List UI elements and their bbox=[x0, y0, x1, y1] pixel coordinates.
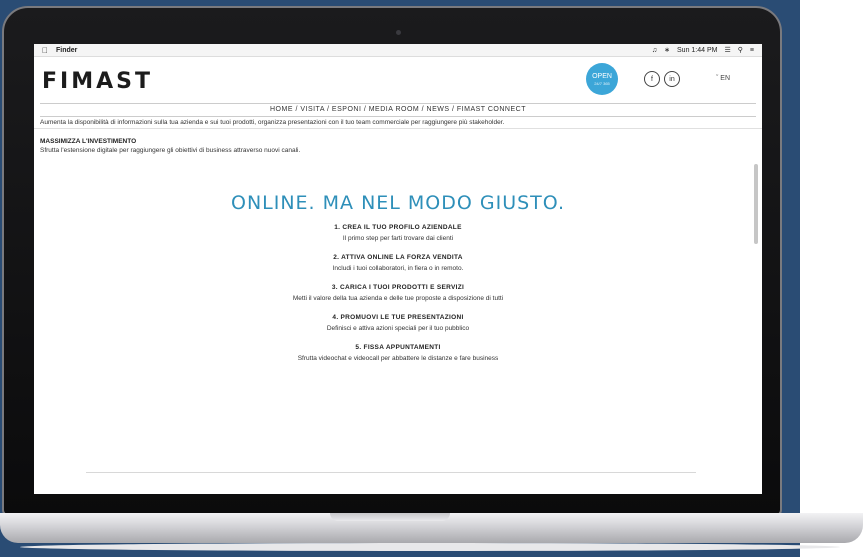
step-desc: Includi i tuoi collaboratori, in fiera o… bbox=[332, 265, 464, 272]
step-desc: Metti il valore della tua azienda e dell… bbox=[292, 295, 504, 302]
step-title: 4. PROMUOVI LE TUE PRESENTAZIONI bbox=[332, 314, 464, 321]
step-title: 2. ATTIVA ONLINE LA FORZA VENDITA bbox=[333, 254, 463, 261]
open-badge-sub: 24/7 365 bbox=[594, 80, 610, 86]
step-item: 1. CREA IL TUO PROFILO AZIENDALE Il prim… bbox=[34, 224, 762, 242]
step-desc: Definisci e attiva azioni speciali per i… bbox=[326, 325, 470, 332]
step-title: 5. FISSA APPUNTAMENTI bbox=[355, 344, 441, 351]
intro-text: Aumenta la disponibilità di informazioni… bbox=[34, 117, 762, 129]
open-badge[interactable]: OPEN 24/7 365 bbox=[586, 63, 618, 95]
laptop-screen:  Finder ♫ ∗ Sun 1:44 PM ☰ ⚲ ≡ FIMAST OP… bbox=[34, 44, 762, 494]
linkedin-icon[interactable]: in bbox=[664, 71, 680, 87]
site-logo[interactable]: FIMAST bbox=[42, 69, 153, 94]
mac-menu-bar:  Finder ♫ ∗ Sun 1:44 PM ☰ ⚲ ≡ bbox=[34, 44, 762, 57]
chevron-down-icon: ˇ bbox=[716, 75, 719, 82]
step-item: 3. CARICA I TUOI PRODOTTI E SERVIZI Mett… bbox=[34, 284, 762, 302]
search-icon[interactable]: ⚲ bbox=[738, 46, 743, 54]
scrollbar[interactable] bbox=[754, 164, 758, 244]
step-item: 2. ATTIVA ONLINE LA FORZA VENDITA Includ… bbox=[34, 254, 762, 272]
step-title: 1. CREA IL TUO PROFILO AZIENDALE bbox=[334, 224, 462, 231]
step-title: 3. CARICA I TUOI PRODOTTI E SERVIZI bbox=[331, 284, 465, 291]
step-item: 4. PROMUOVI LE TUE PRESENTAZIONI Definis… bbox=[34, 314, 762, 332]
menu-app-name[interactable]: Finder bbox=[56, 47, 77, 54]
open-badge-label: OPEN bbox=[592, 72, 612, 80]
camera-icon bbox=[396, 30, 401, 35]
language-label: EN bbox=[720, 75, 731, 82]
facebook-icon[interactable]: f bbox=[644, 71, 660, 87]
social-links: f in bbox=[644, 71, 680, 87]
content-divider bbox=[86, 472, 696, 473]
section-title: MASSIMIZZA L'INVESTIMENTO bbox=[40, 138, 137, 145]
laptop-base-notch bbox=[330, 513, 450, 521]
laptop-lid:  Finder ♫ ∗ Sun 1:44 PM ☰ ⚲ ≡ FIMAST OP… bbox=[2, 6, 782, 516]
section-text: Sfrutta l'estensione digitale per raggiu… bbox=[40, 147, 301, 154]
step-desc: Il primo step per farti trovare dai clie… bbox=[342, 235, 454, 242]
step-item: 5. FISSA APPUNTAMENTI Sfrutta videochat … bbox=[34, 344, 762, 362]
background-white bbox=[800, 0, 863, 557]
volume-icon[interactable]: ♫ bbox=[652, 47, 657, 54]
language-selector[interactable]: ˇ EN bbox=[716, 75, 730, 82]
step-desc: Sfrutta videochat e videocall per abbatt… bbox=[297, 355, 499, 362]
apple-icon[interactable]:  bbox=[42, 46, 48, 55]
steps-list: 1. CREA IL TUO PROFILO AZIENDALE Il prim… bbox=[34, 224, 762, 362]
menu-clock[interactable]: Sun 1:44 PM bbox=[677, 47, 717, 54]
wifi-icon[interactable]: ☰ bbox=[724, 46, 730, 54]
site-header: FIMAST OPEN 24/7 365 f in ˇ EN bbox=[34, 57, 762, 103]
page-headline: ONLINE. MA NEL MODO GIUSTO. bbox=[230, 192, 566, 214]
list-icon[interactable]: ≡ bbox=[750, 47, 754, 54]
main-nav[interactable]: HOME / VISITA / ESPONI / MEDIA ROOM / NE… bbox=[40, 103, 756, 117]
bluetooth-icon[interactable]: ∗ bbox=[664, 46, 670, 54]
laptop-shadow bbox=[20, 543, 840, 551]
